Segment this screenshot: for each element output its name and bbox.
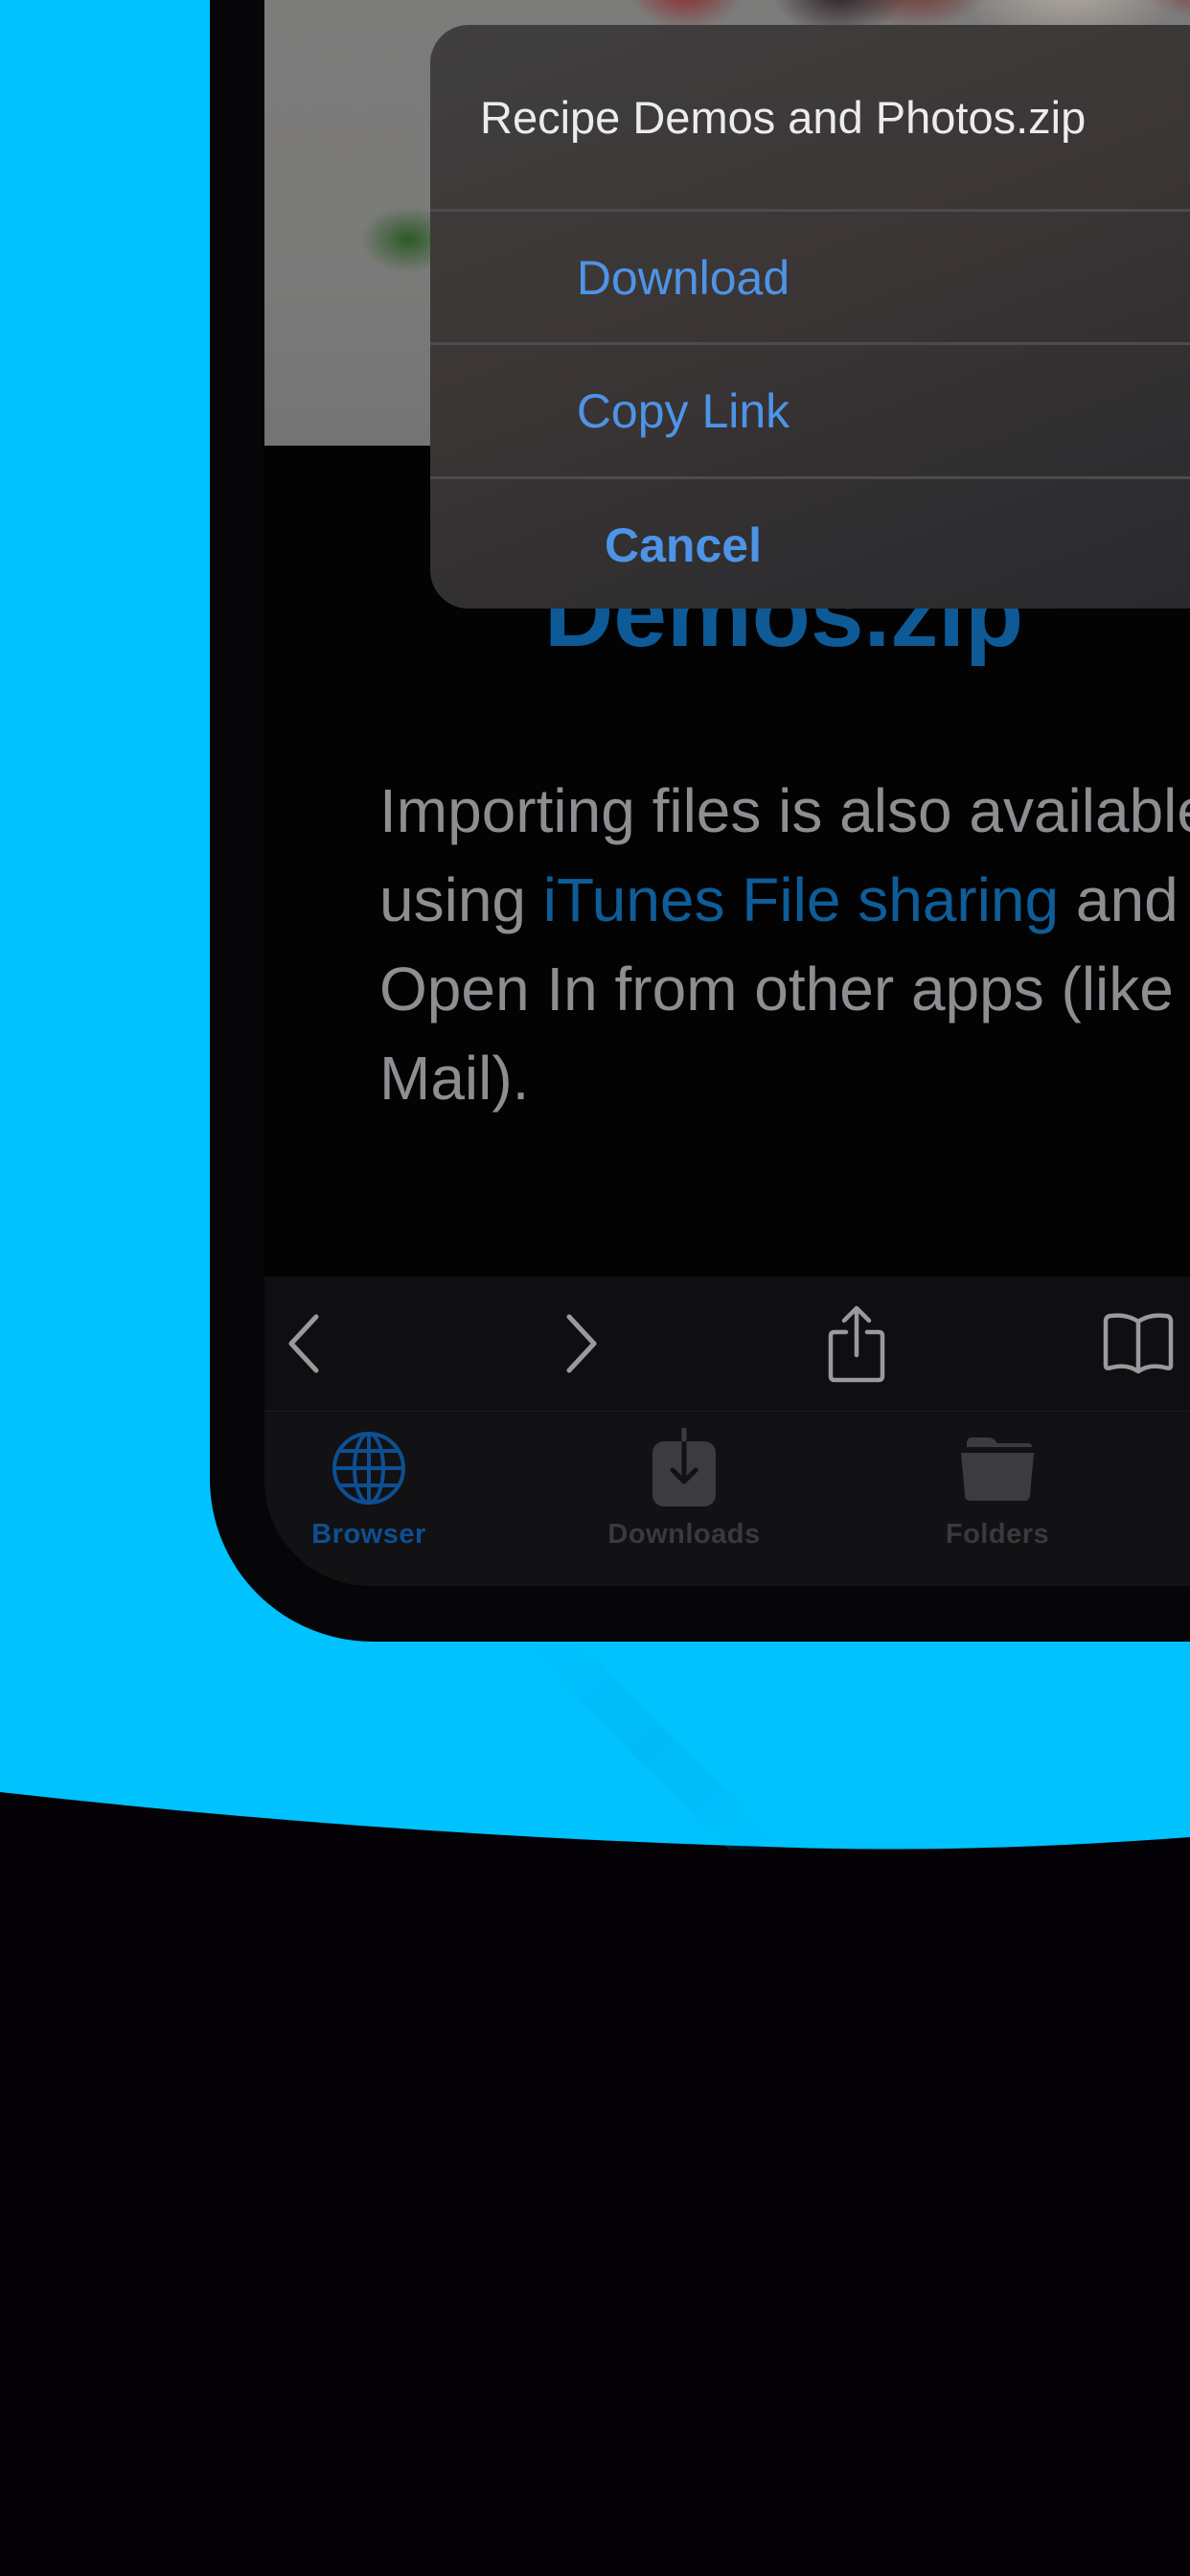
download-button-label: Download [576, 251, 790, 305]
page-body-text: Importing files is also available using … [379, 767, 1190, 1123]
tab-browser-label: Browser [311, 1519, 426, 1550]
share-icon [828, 1305, 885, 1383]
browser-toolbar [264, 1276, 1190, 1411]
chevron-right-icon [566, 1314, 597, 1373]
folder-icon [961, 1438, 1034, 1501]
tab-browser[interactable]: Browser [273, 1429, 465, 1563]
copy-link-button[interactable]: Copy Link [430, 342, 1190, 477]
bookmarks-button[interactable] [1100, 1305, 1177, 1382]
tab-downloads[interactable]: Downloads [588, 1428, 780, 1563]
back-button[interactable] [264, 1305, 341, 1382]
forward-button[interactable] [544, 1305, 621, 1382]
download-tray-icon [652, 1428, 716, 1506]
book-icon [1103, 1313, 1174, 1374]
download-button[interactable]: Download [430, 209, 1190, 344]
copy-link-button-label: Copy Link [576, 384, 790, 438]
chevron-left-icon [288, 1314, 319, 1373]
cancel-button[interactable]: Cancel [430, 476, 1190, 609]
share-button[interactable] [818, 1305, 895, 1383]
tab-downloads-label: Downloads [607, 1519, 761, 1550]
itunes-file-sharing-link[interactable]: iTunes File sharing [543, 865, 1059, 934]
tab-folders-label: Folders [945, 1519, 1050, 1550]
download-action-sheet: Recipe Demos and Photos.zip Download Cop… [430, 25, 1190, 609]
globe-icon [332, 1432, 405, 1505]
tab-bar: Browser Downloads Folders [264, 1411, 1190, 1586]
action-sheet-title: Recipe Demos and Photos.zip [480, 91, 1087, 143]
tab-folders[interactable]: Folders [902, 1429, 1093, 1563]
cancel-button-label: Cancel [605, 518, 762, 572]
